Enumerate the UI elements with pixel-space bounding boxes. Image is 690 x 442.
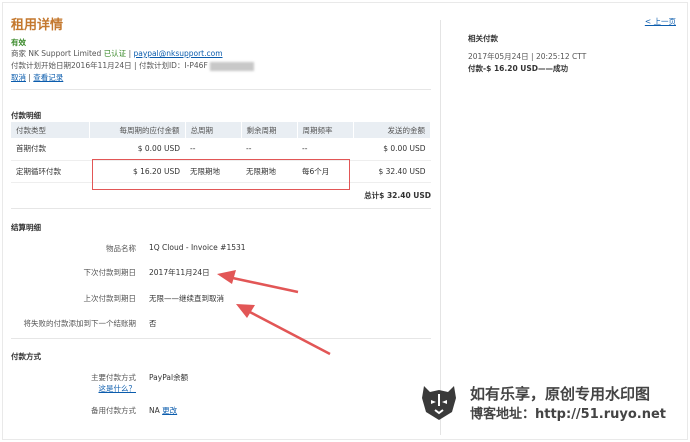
- whats-this-wrap: 这是什么？: [11, 383, 137, 394]
- merchant-name: 商家 NK Support Limited: [11, 49, 104, 58]
- view-history-link[interactable]: 查看记录: [33, 73, 63, 82]
- column-divider: [440, 20, 441, 435]
- failed-payment-value: 否: [149, 319, 157, 328]
- page-title: 租用详情: [11, 18, 64, 33]
- tiger-logo-icon: [422, 386, 456, 420]
- backup-method-value: NA: [149, 406, 163, 415]
- table-cell: $ 0.00 USD: [353, 138, 431, 161]
- status-badge: 有效: [11, 38, 26, 47]
- plan-line: 付款计划开始日期2016年11月24日 | 付款计划ID：I-P46F: [11, 60, 255, 71]
- verified-badge: 已认证: [103, 49, 127, 58]
- section-divider: [11, 338, 431, 339]
- primary-method-value: PayPal余额: [149, 373, 189, 382]
- section-divider: [11, 89, 431, 90]
- next-due-label: 下次付款到期日: [83, 268, 137, 277]
- table-cell: 定期循环付款: [11, 160, 89, 183]
- last-due-label: 上次付款到期日: [83, 294, 137, 303]
- payment-details-heading: 付款明细: [11, 111, 41, 120]
- merchant-email-link[interactable]: paypal@nksupport.com: [133, 49, 222, 58]
- whats-this-link[interactable]: 这是什么？: [99, 384, 137, 393]
- merchant-line: 商家 NK Support Limited 已认证 | paypal@nksup…: [11, 48, 223, 59]
- col-header: 周期频率: [297, 122, 354, 138]
- col-header: 发送的金额: [353, 122, 431, 138]
- related-payment-date: 2017年05月24日 | 20:25:12 CTT: [468, 52, 587, 61]
- col-header: 付款类型: [11, 122, 90, 138]
- table-cell: 首期付款: [11, 138, 89, 161]
- annotation-highlight-box: [92, 159, 350, 190]
- next-due-value: 2017年11月24日: [149, 268, 210, 277]
- col-header: 总周期: [185, 122, 242, 138]
- watermark-line1: 如有乐享，原创专用水印图: [470, 385, 651, 403]
- table-cell: --: [241, 138, 297, 161]
- payment-total: 总计$ 32.40 USD: [364, 191, 431, 200]
- primary-method-label: 主要付款方式: [91, 373, 136, 382]
- table-header-row: 付款类型 每周期的应付金额 总周期 剩余周期 周期频率 发送的金额: [11, 122, 431, 138]
- item-name-value: 1Q Cloud - Invoice #1531: [149, 243, 246, 252]
- plan-start-text: 付款计划开始日期2016年11月24日 | 付款计划ID：: [11, 61, 185, 70]
- table-cell: $ 32.40 USD: [353, 160, 431, 183]
- last-due-value: 无限——继续直到取消: [149, 294, 224, 303]
- action-links: 取消 | 查看记录: [11, 72, 63, 83]
- payment-method-heading: 付款方式: [11, 352, 41, 361]
- item-name-label: 物品名称: [106, 244, 136, 253]
- backup-method-row: NA 更改: [149, 405, 177, 416]
- table-cell: --: [297, 138, 353, 161]
- table-cell: $ 0.00 USD: [89, 138, 185, 161]
- watermark-line2: 博客地址：http://51.ruyo.net: [470, 407, 667, 422]
- section-divider: [11, 208, 431, 209]
- change-link[interactable]: 更改: [162, 406, 177, 415]
- table-cell: --: [185, 138, 241, 161]
- plan-id: I-P46F: [184, 61, 208, 70]
- table-row: 首期付款 $ 0.00 USD -- -- -- $ 0.00 USD: [11, 138, 431, 161]
- billing-heading: 结算明细: [11, 223, 41, 232]
- previous-page-link[interactable]: < 上一页: [645, 16, 676, 27]
- related-payment-status: 付款-$ 16.20 USD——成功: [468, 64, 568, 73]
- col-header: 每周期的应付金额: [89, 122, 186, 138]
- backup-method-label: 备用付款方式: [91, 406, 136, 415]
- failed-payment-label: 将失败的付款添加到下一个结账期: [23, 319, 137, 328]
- redacted-plan-id: [210, 61, 255, 71]
- related-payments-heading: 相关付款: [468, 34, 498, 43]
- cancel-link[interactable]: 取消: [11, 73, 26, 82]
- col-header: 剩余周期: [241, 122, 298, 138]
